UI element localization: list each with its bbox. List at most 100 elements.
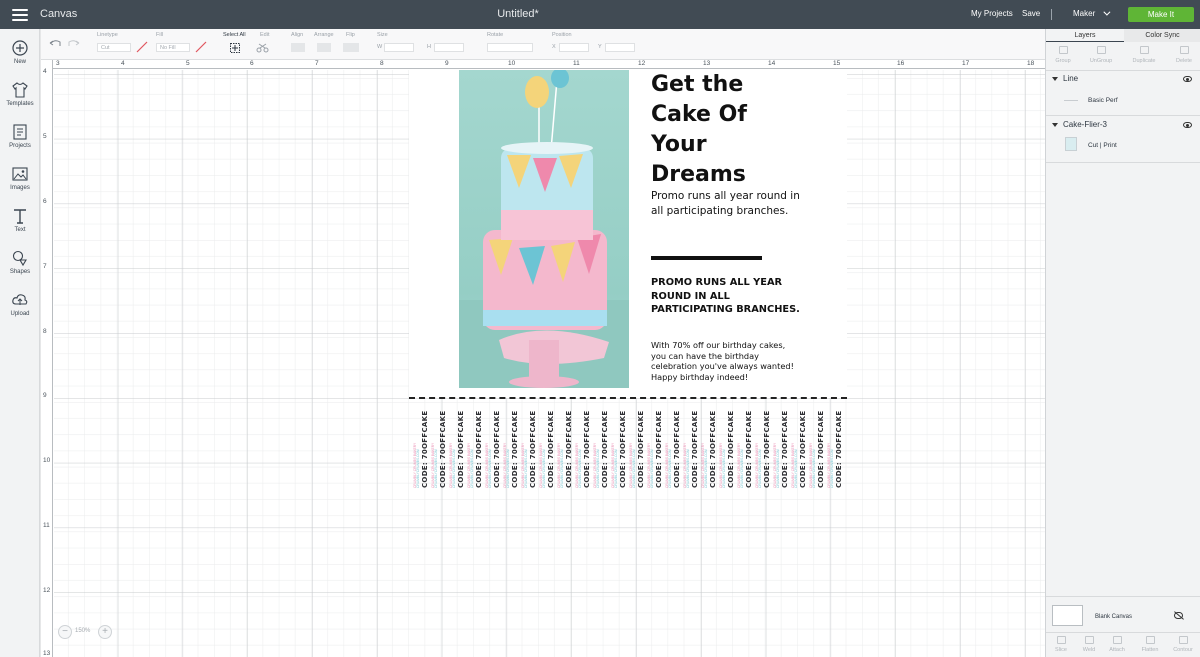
- rotate-label: Rotate: [487, 32, 504, 38]
- size-label: Size: [377, 32, 388, 38]
- tab-layers[interactable]: Layers: [1046, 29, 1124, 42]
- ruler-h-6: 6: [250, 60, 254, 67]
- linetype-select[interactable]: Cut: [97, 43, 131, 52]
- design-canvas[interactable]: 3 4 5 6 7 8 9 10 11 12 13 14 15 16 17 18…: [41, 60, 1045, 657]
- tab-code-text: CODE: 70OFFCAKE: [637, 410, 645, 488]
- slice-label: Slice: [1055, 647, 1067, 653]
- ruler-h-11: 11: [573, 60, 580, 67]
- ruler-h-14: 14: [768, 60, 776, 67]
- tool-text[interactable]: Text: [0, 207, 40, 233]
- linetype-label: Linetype: [97, 32, 118, 38]
- size-h-label: H: [427, 44, 431, 50]
- left-toolbar: New Templates Projects Images Text Shape…: [0, 29, 40, 657]
- tool-templates[interactable]: Templates: [0, 81, 40, 107]
- rotate-input[interactable]: [487, 43, 533, 52]
- delete-button[interactable]: Delete: [1169, 46, 1199, 64]
- height-input[interactable]: [434, 43, 464, 52]
- projects-icon: [13, 124, 27, 140]
- position-label: Position: [552, 32, 572, 38]
- ruler-h-3: 3: [56, 60, 60, 67]
- group-label: Group: [1055, 58, 1071, 64]
- edit-scissors-icon[interactable]: [256, 43, 270, 53]
- tool-upload-label: Upload: [10, 311, 30, 317]
- ruler-h-18: 18: [1027, 60, 1035, 67]
- blank-canvas-swatch[interactable]: [1052, 605, 1083, 626]
- duplicate-label: Duplicate: [1132, 58, 1156, 64]
- tool-new[interactable]: New: [0, 39, 40, 65]
- flip-dropdown[interactable]: [343, 43, 359, 52]
- save-button[interactable]: Save: [1022, 9, 1040, 18]
- tab-code-text: CODE: 70OFFCAKE: [655, 410, 663, 488]
- my-projects-link[interactable]: My Projects: [971, 9, 1013, 18]
- tear-off-tab: CRUMBLY CRUMBS BAKERY CRUMBLYCRUMBS.COM CO…: [701, 402, 719, 488]
- linetype-color-swatch[interactable]: [136, 41, 148, 53]
- slice-button[interactable]: Slice: [1046, 636, 1076, 653]
- group-button[interactable]: Group: [1048, 46, 1078, 64]
- x-input[interactable]: [559, 43, 589, 52]
- flip-label: Flip: [346, 32, 355, 38]
- ruler-h-13: 13: [703, 60, 711, 67]
- tear-off-tab: CRUMBLY CRUMBS BAKERY CRUMBLYCRUMBS.COM CO…: [521, 402, 539, 488]
- tool-images[interactable]: Images: [0, 165, 40, 191]
- zoom-in-button[interactable]: +: [98, 625, 112, 639]
- flatten-icon: [1145, 636, 1155, 644]
- caret-down-icon[interactable]: [1052, 123, 1058, 127]
- tshirt-icon: [12, 82, 28, 98]
- layer-group-line[interactable]: Line: [1046, 72, 1200, 86]
- caret-down-icon[interactable]: [1052, 77, 1058, 81]
- contour-button[interactable]: Contour: [1168, 636, 1198, 653]
- tear-off-tab: CRUMBLY CRUMBS BAKERY CRUMBLYCRUMBS.COM CO…: [413, 402, 431, 488]
- chevron-down-icon: [1103, 8, 1111, 16]
- flatten-label: Flatten: [1141, 647, 1159, 653]
- undo-icon[interactable]: [49, 38, 61, 48]
- document-title[interactable]: Untitled*: [0, 8, 1036, 20]
- y-input[interactable]: [605, 43, 635, 52]
- duplicate-button[interactable]: Duplicate: [1129, 46, 1159, 64]
- attach-label: Attach: [1109, 647, 1125, 653]
- zoom-level: 150%: [75, 628, 91, 634]
- layer-divider: [1046, 115, 1200, 116]
- tear-off-tab: CRUMBLY CRUMBS BAKERY CRUMBLYCRUMBS.COM CO…: [827, 402, 845, 488]
- attach-button[interactable]: Attach: [1102, 636, 1132, 653]
- fill-label: Fill: [156, 32, 164, 38]
- tab-code-text: CODE: 70OFFCAKE: [745, 410, 753, 488]
- blank-canvas-row[interactable]: Blank Canvas: [1046, 596, 1200, 632]
- tear-off-tab: CRUMBLY CRUMBS BAKERY CRUMBLYCRUMBS.COM CO…: [809, 402, 827, 488]
- eye-icon[interactable]: [1183, 76, 1192, 82]
- layer-actions: Group UnGroup Duplicate Delete: [1046, 43, 1200, 71]
- cake-flier-design[interactable]: Get the Cake Of Your Dreams Promo runs a…: [409, 70, 847, 398]
- tab-color-sync[interactable]: Color Sync: [1124, 29, 1200, 42]
- layer-group-cake-flier[interactable]: Cake-Flier-3: [1046, 118, 1200, 132]
- cloud-upload-icon: [12, 294, 28, 305]
- tool-upload[interactable]: Upload: [0, 291, 40, 317]
- fill-color-swatch[interactable]: [195, 41, 207, 53]
- machine-selector[interactable]: Maker: [1073, 8, 1111, 18]
- width-input[interactable]: [384, 43, 414, 52]
- select-all-icon[interactable]: [230, 43, 240, 53]
- eye-slash-icon[interactable]: [1174, 612, 1183, 619]
- zoom-control: − 150% +: [58, 625, 114, 641]
- tool-projects[interactable]: Projects: [0, 123, 40, 149]
- zoom-out-button[interactable]: −: [58, 625, 72, 639]
- weld-button[interactable]: Weld: [1074, 636, 1104, 653]
- fill-select[interactable]: No Fill: [156, 43, 190, 52]
- edit-toolbar: Linetype Cut Fill No Fill Select All Edi…: [41, 29, 1045, 60]
- basic-perf-line[interactable]: [409, 397, 847, 399]
- flatten-button[interactable]: Flatten: [1135, 636, 1165, 653]
- tear-off-tab: CRUMBLY CRUMBS BAKERY CRUMBLYCRUMBS.COM CO…: [503, 402, 521, 488]
- ungroup-icon: [1096, 46, 1106, 54]
- tool-shapes[interactable]: Shapes: [0, 249, 40, 275]
- ruler-h-15: 15: [833, 60, 841, 67]
- flyer-headline: Get the Cake Of Your Dreams: [651, 70, 851, 190]
- eye-icon[interactable]: [1183, 122, 1192, 128]
- align-dropdown[interactable]: [291, 43, 305, 52]
- arrange-dropdown[interactable]: [317, 43, 331, 52]
- edit-label: Edit: [260, 32, 270, 38]
- delete-label: Delete: [1176, 58, 1192, 64]
- ungroup-button[interactable]: UnGroup: [1086, 46, 1116, 64]
- contour-label: Contour: [1173, 647, 1193, 653]
- layer-divider: [1046, 162, 1200, 163]
- tear-off-tab: CRUMBLY CRUMBS BAKERY CRUMBLYCRUMBS.COM CO…: [611, 402, 629, 488]
- redo-icon[interactable]: [68, 38, 80, 48]
- make-it-button[interactable]: Make It: [1128, 7, 1194, 22]
